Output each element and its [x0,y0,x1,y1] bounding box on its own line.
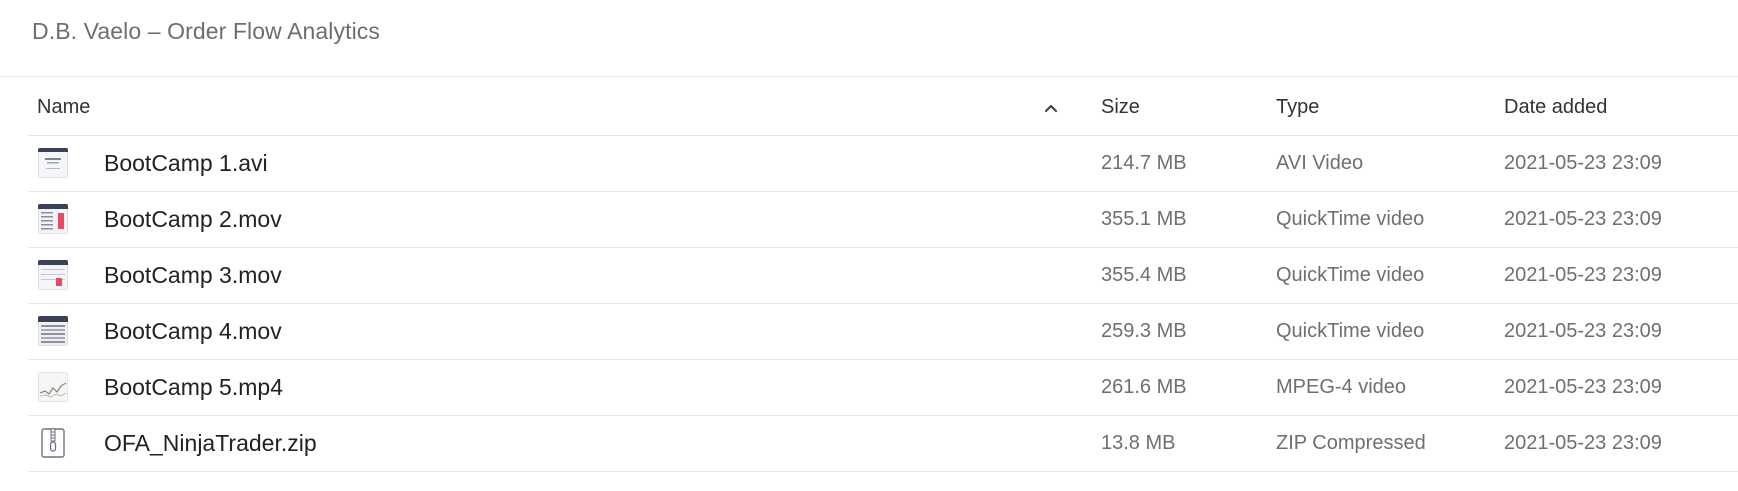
file-date-added: 2021-05-23 23:09 [1504,432,1662,454]
file-name[interactable]: BootCamp 1.avi [104,136,268,191]
file-size: 13.8 MB [1101,432,1176,454]
column-header-name[interactable]: Name [37,80,90,135]
table-row[interactable]: BootCamp 5.mp4 261.6 MB MPEG-4 video 202… [28,360,1738,416]
file-type: MPEG-4 video [1276,376,1407,398]
file-size: 355.1 MB [1101,208,1187,230]
file-size: 355.4 MB [1101,264,1187,286]
page-title: D.B. Vaelo – Order Flow Analytics [32,18,381,44]
file-type: ZIP Compressed [1276,432,1426,454]
file-name[interactable]: BootCamp 2.mov [104,192,282,247]
table-row[interactable]: OFA_NinjaTrader.zip 13.8 MB ZIP Compress… [28,416,1738,472]
table-row[interactable]: BootCamp 2.mov 355.1 MB QuickTime video … [28,192,1738,248]
column-header-size[interactable]: Size [1101,80,1140,135]
video-thumbnail-icon [38,260,68,290]
title-divider [0,76,1738,77]
zip-archive-icon [38,428,68,458]
video-thumbnail-icon [38,204,68,234]
file-type: QuickTime video [1276,208,1425,230]
file-name[interactable]: OFA_NinjaTrader.zip [104,416,317,471]
table-header: Name Size Type Date added [28,80,1738,136]
video-thumbnail-icon [38,316,68,346]
file-type: AVI Video [1276,152,1364,174]
column-header-date-added[interactable]: Date added [1504,80,1607,135]
file-size: 261.6 MB [1101,376,1187,398]
video-thumbnail-icon [38,372,68,402]
table-row[interactable]: BootCamp 1.avi 214.7 MB AVI Video 2021-0… [28,136,1738,192]
file-name[interactable]: BootCamp 3.mov [104,248,282,303]
file-date-added: 2021-05-23 23:09 [1504,376,1662,398]
file-date-added: 2021-05-23 23:09 [1504,320,1662,342]
file-table: Name Size Type Date added BootCamp 1.avi… [28,80,1738,472]
file-size: 214.7 MB [1101,152,1187,174]
column-header-type[interactable]: Type [1276,80,1319,135]
chevron-up-icon[interactable] [1042,99,1060,117]
file-date-added: 2021-05-23 23:09 [1504,208,1662,230]
file-name[interactable]: BootCamp 5.mp4 [104,360,283,415]
file-size: 259.3 MB [1101,320,1187,342]
video-thumbnail-icon [38,148,68,178]
table-row[interactable]: BootCamp 3.mov 355.4 MB QuickTime video … [28,248,1738,304]
file-name[interactable]: BootCamp 4.mov [104,304,282,359]
file-type: QuickTime video [1276,264,1425,286]
table-row[interactable]: BootCamp 4.mov 259.3 MB QuickTime video … [28,304,1738,360]
file-date-added: 2021-05-23 23:09 [1504,264,1662,286]
file-type: QuickTime video [1276,320,1425,342]
file-date-added: 2021-05-23 23:09 [1504,152,1662,174]
